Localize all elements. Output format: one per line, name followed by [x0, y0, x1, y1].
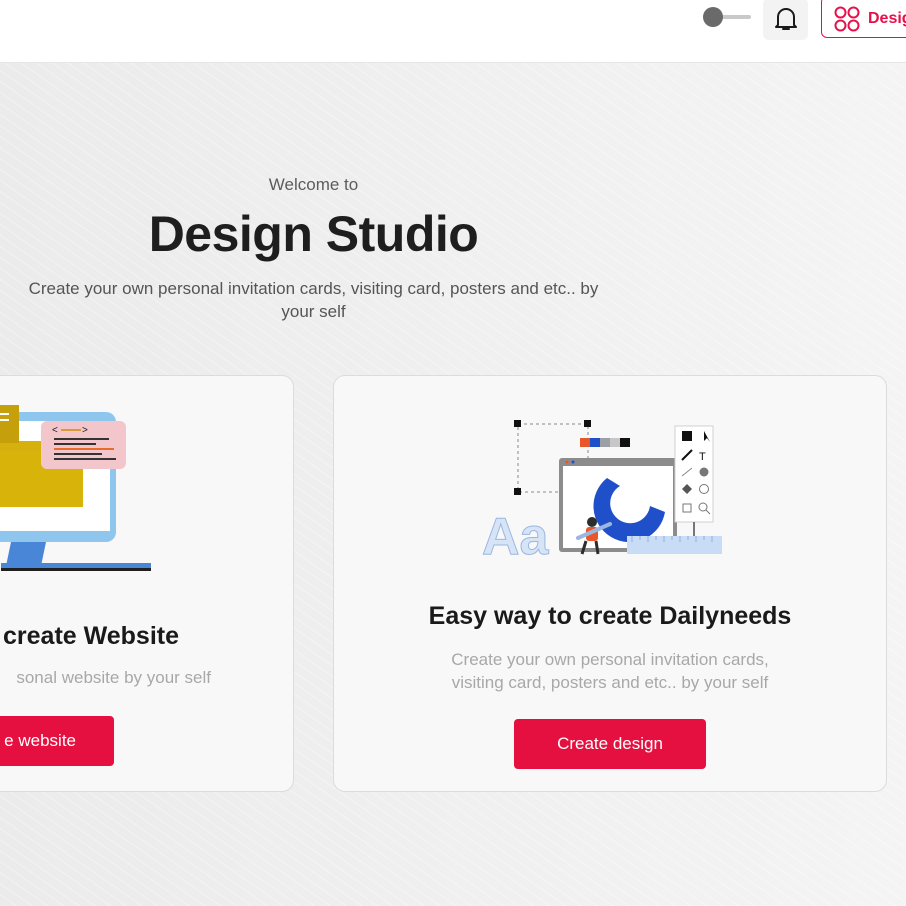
- design-button[interactable]: Design: [821, 0, 906, 38]
- create-design-button[interactable]: Create design: [514, 719, 706, 769]
- grid-circles-icon: [834, 6, 860, 32]
- toggle-knob: [703, 7, 723, 27]
- dailyneeds-card: Aa T Easy way to create Dailyneeds Creat…: [333, 375, 887, 792]
- design-illustration: Aa T: [482, 420, 722, 566]
- website-card-description: sonal website by your self: [16, 668, 211, 687]
- create-website-button[interactable]: e website: [0, 716, 114, 766]
- svg-text:>: >: [82, 425, 88, 436]
- illustration-aa-text: Aa: [482, 508, 550, 566]
- design-button-label: Design: [868, 10, 906, 27]
- dailyneeds-card-description: Create your own personal invitation card…: [451, 650, 769, 692]
- website-illustration: < >: [0, 405, 151, 571]
- dailyneeds-card-title: Easy way to create Dailyneeds: [428, 602, 792, 630]
- notifications-button[interactable]: [763, 0, 808, 40]
- website-card-title: create Website: [3, 622, 180, 650]
- page-subtitle: Create your own personal invitation card…: [28, 279, 599, 321]
- svg-text:<: <: [52, 425, 58, 436]
- top-bar: Design: [0, 0, 906, 63]
- svg-text:T: T: [699, 451, 706, 463]
- welcome-text: Welcome to: [268, 175, 359, 194]
- page-title: Design Studio: [148, 206, 479, 262]
- bell-icon: [775, 8, 797, 30]
- website-card: < > create Website sonal website by your…: [0, 375, 294, 792]
- theme-toggle[interactable]: [703, 7, 751, 29]
